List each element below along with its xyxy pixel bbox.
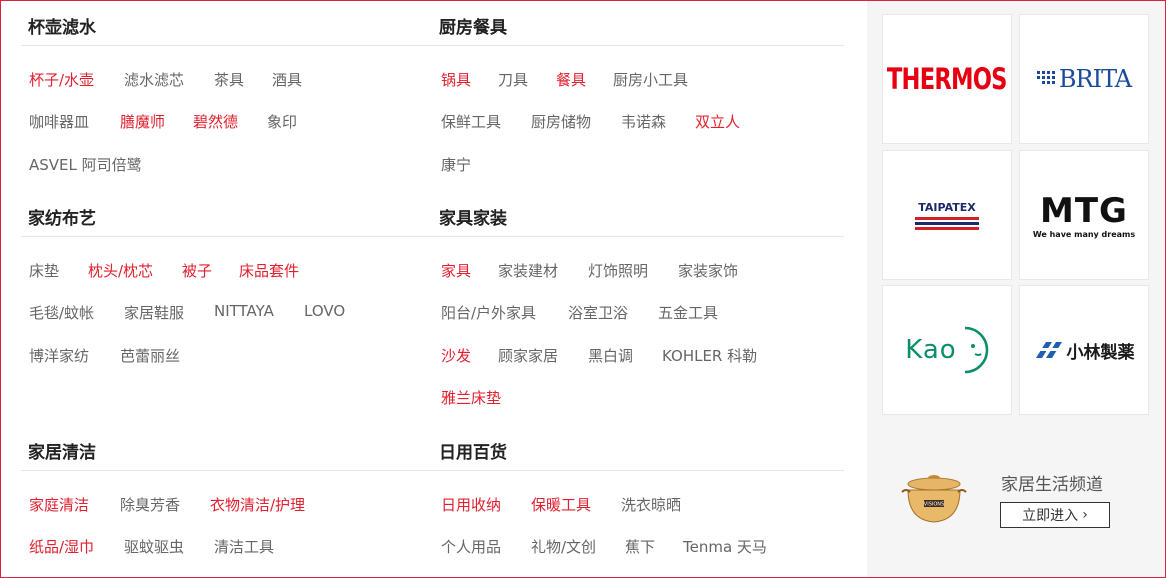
category-link[interactable]: 礼物/文创 (531, 536, 596, 557)
taipatex-stripe (915, 221, 979, 225)
category-link[interactable]: 沙发 (441, 345, 471, 366)
category-link[interactable]: 茶具 (214, 69, 244, 90)
thermos-logo: THERMOS (887, 62, 1008, 96)
section-title-textile: 家纺布艺 (28, 209, 96, 229)
brand-taipatex[interactable]: TAIPATEX (882, 150, 1012, 280)
category-link[interactable]: 清洁工具 (214, 536, 274, 557)
category-link[interactable]: 毛毯/蚊帐 (29, 302, 94, 323)
divider (21, 470, 424, 471)
category-link[interactable]: 阳台/户外家具 (441, 302, 536, 323)
category-link[interactable]: 厨房小工具 (613, 69, 688, 90)
divider (21, 45, 424, 46)
category-link[interactable]: 滤水滤芯 (124, 69, 184, 90)
kobayashi-logo: 小林製薬 (1034, 338, 1135, 363)
category-link[interactable]: 浴室卫浴 (568, 302, 628, 323)
category-link[interactable]: 锅具 (441, 69, 471, 90)
category-link[interactable]: 蕉下 (625, 536, 655, 557)
category-link[interactable]: 家装建材 (498, 260, 558, 281)
section-title-cups: 杯壶滤水 (28, 18, 96, 38)
category-link[interactable]: 黑白调 (588, 345, 633, 366)
category-link[interactable]: 五金工具 (658, 302, 718, 323)
brand-kobayashi[interactable]: 小林製薬 (1019, 285, 1149, 415)
divider (21, 236, 424, 237)
category-link[interactable]: 博洋家纺 (29, 345, 89, 366)
category-link[interactable]: 韦诺森 (621, 111, 666, 132)
category-link[interactable]: 除臭芳香 (120, 494, 180, 515)
category-link[interactable]: 日用收纳 (441, 494, 501, 515)
brand-thermos[interactable]: THERMOS (882, 14, 1012, 144)
mtg-wordmark: MTG (1040, 190, 1128, 231)
kobayashi-mark-icon (1035, 342, 1062, 358)
moon-icon (964, 326, 988, 374)
category-link[interactable]: 驱蚊驱虫 (124, 536, 184, 557)
brita-logo: BRITA (1036, 65, 1132, 93)
category-link[interactable]: 刀具 (498, 69, 528, 90)
category-link[interactable]: 个人用品 (441, 536, 501, 557)
brand-brita[interactable]: BRITA (1019, 14, 1149, 144)
category-link[interactable]: 餐具 (556, 69, 586, 90)
category-link[interactable]: 灯饰照明 (588, 260, 648, 281)
category-link[interactable]: 雅兰床垫 (441, 387, 501, 408)
category-link[interactable]: 保暖工具 (531, 494, 591, 515)
category-link[interactable]: 膳魔师 (120, 111, 165, 132)
kao-logo: Kao (905, 326, 988, 374)
chevron-right-icon: › (1082, 507, 1088, 523)
pot-label: VISIONS (924, 502, 944, 508)
category-link[interactable]: 纸品/湿巾 (29, 536, 94, 557)
category-link[interactable]: 康宁 (441, 154, 471, 175)
taipatex-wordmark: TAIPATEX (918, 200, 976, 214)
category-link[interactable]: 芭蕾丽丝 (120, 345, 180, 366)
taipatex-stripe (915, 226, 979, 230)
category-link[interactable]: Tenma 天马 (683, 536, 767, 557)
category-link[interactable]: 被子 (182, 260, 212, 281)
category-link[interactable]: LOVO (304, 302, 345, 320)
category-link[interactable]: 家装家饰 (678, 260, 738, 281)
category-link[interactable]: 洗衣晾晒 (621, 494, 681, 515)
mtg-logo: MTG We have many dreams (1033, 192, 1135, 239)
taipatex-stripe (915, 216, 979, 220)
category-link[interactable]: 家具 (441, 260, 471, 281)
mtg-tagline: We have many dreams (1032, 229, 1136, 239)
section-title-kitchen: 厨房餐具 (439, 18, 507, 38)
category-link[interactable]: NITTAYA (214, 302, 274, 320)
brita-dots-icon (1036, 71, 1055, 84)
promo-title: 家居生活频道 (1001, 475, 1103, 495)
category-link[interactable]: 顾家家居 (498, 345, 558, 366)
category-link[interactable]: 枕头/枕芯 (88, 260, 153, 281)
category-link[interactable]: 双立人 (695, 111, 740, 132)
category-link[interactable]: 床垫 (29, 260, 59, 281)
category-link[interactable]: 厨房储物 (531, 111, 591, 132)
divider (424, 45, 844, 46)
kao-wordmark: Kao (905, 335, 957, 365)
enter-button[interactable]: 立即进入 › (1000, 502, 1110, 528)
category-link[interactable]: 咖啡器皿 (29, 111, 89, 132)
brita-wordmark: BRITA (1058, 65, 1132, 93)
brand-mtg[interactable]: MTG We have many dreams (1019, 150, 1149, 280)
taipatex-logo: TAIPATEX (915, 201, 979, 230)
section-title-cleaning: 家居清洁 (28, 443, 96, 463)
divider (424, 470, 844, 471)
kobayashi-wordmark: 小林製薬 (1066, 342, 1135, 363)
brand-kao[interactable]: Kao (882, 285, 1012, 415)
category-link[interactable]: 家庭清洁 (29, 494, 89, 515)
section-title-furniture: 家具家装 (439, 209, 507, 229)
category-link[interactable]: 酒具 (272, 69, 302, 90)
category-link[interactable]: ASVEL 阿司倍鹭 (29, 154, 142, 175)
category-link[interactable]: 家居鞋服 (124, 302, 184, 323)
category-link[interactable]: 象印 (267, 111, 297, 132)
enter-button-label: 立即进入 (1022, 508, 1079, 524)
category-link[interactable]: 衣物清洁/护理 (210, 494, 305, 515)
cooking-pot-icon: VISIONS (901, 475, 967, 523)
divider (424, 236, 844, 237)
category-link[interactable]: 杯子/水壶 (29, 69, 94, 90)
category-link[interactable]: KOHLER 科勒 (662, 345, 757, 366)
section-title-daily: 日用百货 (439, 443, 507, 463)
category-link[interactable]: 碧然德 (193, 111, 238, 132)
category-link[interactable]: 床品套件 (239, 260, 299, 281)
category-link[interactable]: 保鲜工具 (441, 111, 501, 132)
